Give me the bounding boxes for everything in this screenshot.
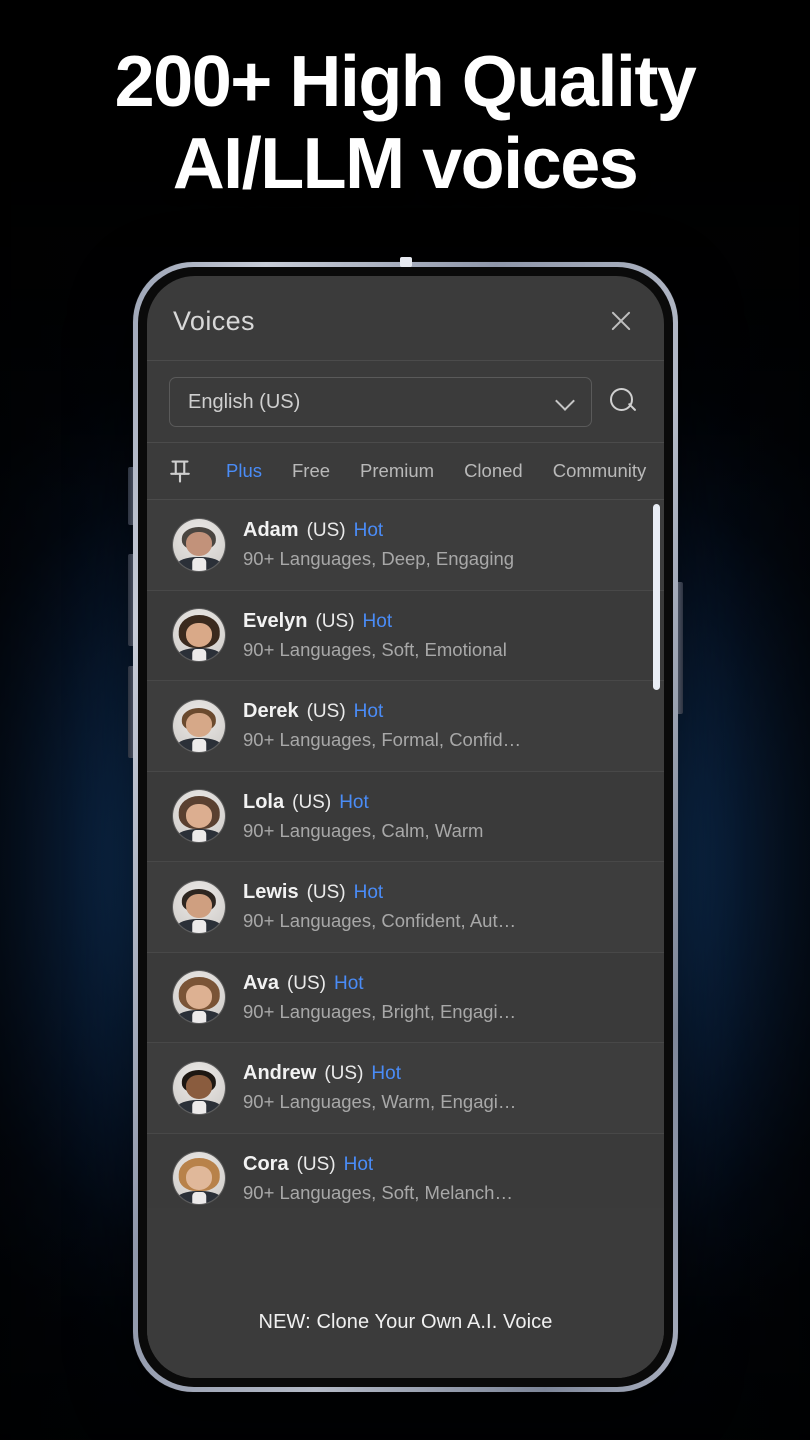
voice-hot-badge: Hot	[343, 1153, 374, 1175]
voice-list-item[interactable]: Cora (US) Hot 90+ Languages, Soft, Melanch…	[147, 1133, 664, 1208]
sheet-footer: NEW: Clone Your Own A.I. Voice	[147, 1208, 664, 1378]
chevron-down-icon	[557, 393, 575, 411]
avatar	[173, 699, 225, 752]
voice-name: Lewis	[243, 881, 299, 904]
voice-category-tabs: Plus Free Premium Cloned Community	[147, 443, 664, 499]
avatar	[173, 609, 225, 662]
voice-item-text: Cora (US) Hot 90+ Languages, Soft, Melanch…	[243, 1153, 640, 1204]
voice-name: Andrew	[243, 1062, 317, 1085]
voice-description: 90+ Languages, Confident, Aut…	[243, 910, 517, 932]
voice-item-title: Adam (US) Hot	[243, 519, 640, 542]
voice-locale: (US)	[296, 1153, 336, 1175]
clone-voice-promo-text: NEW: Clone Your Own A.I. Voice	[258, 1311, 553, 1333]
avatar	[173, 1061, 225, 1114]
avatar	[173, 880, 225, 933]
voice-name: Ava	[243, 971, 279, 994]
tab-free[interactable]: Free	[277, 460, 345, 482]
pushpin-icon[interactable]	[165, 456, 195, 486]
voice-item-text: Derek (US) Hot 90+ Languages, Formal, Confi…	[243, 700, 640, 751]
voice-description: 90+ Languages, Bright, Engagi…	[243, 1000, 517, 1022]
voice-hot-badge: Hot	[339, 791, 369, 813]
language-select[interactable]: English (US)	[169, 377, 592, 427]
voice-locale: (US)	[324, 1063, 364, 1085]
voice-item-title: Ava (US) Hot	[243, 972, 640, 995]
voice-item-text: Adam (US) Hot 90+ Languages, Deep, Engaging	[243, 519, 640, 570]
voice-list-item[interactable]: Lewis (US) Hot 90+ Languages, Confident, Au…	[147, 862, 664, 953]
voice-hot-badge: Hot	[371, 1063, 401, 1085]
voice-list-item[interactable]: Evelyn (US) Hot 90+ Languages, Soft, Emotio…	[147, 590, 664, 681]
tab-community[interactable]: Community	[538, 460, 662, 482]
voice-name: Derek	[243, 700, 299, 723]
voice-name: Cora	[243, 1152, 289, 1175]
voice-item-text: Evelyn (US) Hot 90+ Languages, Soft, Emotio…	[243, 610, 640, 661]
voice-hot-badge: Hot	[362, 610, 393, 632]
promo-headline: 200+ High Quality AI/LLM voices	[0, 42, 810, 205]
voice-locale: (US)	[292, 791, 332, 813]
voice-description: 90+ Languages, Warm, Engagi…	[243, 1091, 517, 1113]
voice-list-item[interactable]: Adam (US) Hot 90+ Languages, Deep, Engaging	[147, 500, 664, 591]
voice-locale: (US)	[306, 520, 346, 542]
headline-line-2: AI/LLM voices	[172, 124, 639, 205]
avatar	[173, 790, 225, 843]
voice-name: Evelyn	[243, 609, 308, 632]
voice-list-item[interactable]: Lola (US) Hot 90+ Languages, Calm, Warm	[147, 771, 664, 862]
voice-item-title: Evelyn (US) Hot	[243, 610, 640, 633]
voice-locale: (US)	[286, 972, 327, 994]
voice-list-container: Adam (US) Hot 90+ Languages, Deep, Engaging…	[147, 500, 664, 1208]
voice-hot-badge: Hot	[353, 882, 384, 904]
voice-hot-badge: Hot	[334, 972, 364, 994]
voice-item-text: Lewis (US) Hot 90+ Languages, Confident, Au…	[243, 881, 640, 932]
voice-description: 90+ Languages, Formal, Confid…	[243, 729, 522, 751]
voice-list-item[interactable]: Derek (US) Hot 90+ Languages, Formal, Confi…	[147, 681, 664, 772]
silent-switch-button[interactable]	[128, 467, 133, 525]
voice-description: 90+ Languages, Deep, Engaging	[243, 548, 515, 570]
avatar	[173, 971, 225, 1024]
voice-item-title: Andrew (US) Hot	[243, 1062, 640, 1085]
phone-screen: Voices English (US) Plus Free Premium Cl…	[147, 276, 664, 1378]
voice-list-item[interactable]: Ava (US) Hot 90+ Languages, Bright, Engagi…	[147, 952, 664, 1043]
volume-up-button[interactable]	[128, 554, 133, 646]
filter-row: English (US)	[147, 361, 664, 442]
avatar	[173, 518, 225, 571]
search-icon[interactable]	[606, 385, 640, 419]
voice-hot-badge: Hot	[353, 701, 384, 723]
power-button[interactable]	[678, 582, 683, 714]
voice-item-title: Lola (US) Hot	[243, 791, 640, 814]
tab-plus[interactable]: Plus	[211, 460, 277, 482]
tab-cloned[interactable]: Cloned	[449, 460, 538, 482]
voice-list-scrollbar-thumb[interactable]	[653, 504, 660, 690]
volume-down-button[interactable]	[128, 666, 133, 758]
voice-item-text: Lola (US) Hot 90+ Languages, Calm, Warm	[243, 791, 640, 842]
voice-hot-badge: Hot	[353, 520, 384, 542]
voices-sheet-header: Voices	[147, 276, 664, 360]
voice-locale: (US)	[306, 701, 346, 723]
phone-bezel-inner: Voices English (US) Plus Free Premium Cl…	[138, 267, 673, 1387]
voice-locale: (US)	[315, 610, 355, 632]
phone-mockup: Voices English (US) Plus Free Premium Cl…	[128, 257, 683, 1392]
tab-premium[interactable]: Premium	[345, 460, 449, 482]
avatar	[173, 1152, 225, 1205]
voice-name: Adam	[243, 519, 299, 542]
voice-item-title: Lewis (US) Hot	[243, 881, 640, 904]
headline-line-1: 200+ High Quality	[114, 42, 697, 122]
voice-name: Lola	[243, 790, 285, 813]
voice-list: Adam (US) Hot 90+ Languages, Deep, Engaging…	[147, 500, 664, 1208]
voice-item-title: Derek (US) Hot	[243, 700, 640, 723]
page-title: Voices	[173, 305, 255, 336]
top-speaker-marker	[399, 257, 412, 267]
language-select-value: English (US)	[188, 390, 301, 413]
close-icon[interactable]	[604, 304, 638, 338]
voice-description: 90+ Languages, Calm, Warm	[243, 819, 484, 841]
voice-description: 90+ Languages, Soft, Melanch…	[243, 1181, 513, 1203]
voice-item-text: Ava (US) Hot 90+ Languages, Bright, Engagi…	[243, 972, 640, 1023]
voice-description: 90+ Languages, Soft, Emotional	[243, 638, 507, 660]
voice-locale: (US)	[306, 882, 346, 904]
voice-list-item[interactable]: Andrew (US) Hot 90+ Languages, Warm, Engagi…	[147, 1043, 664, 1134]
voice-item-title: Cora (US) Hot	[243, 1153, 640, 1176]
voice-item-text: Andrew (US) Hot 90+ Languages, Warm, Engagi…	[243, 1062, 640, 1113]
voice-list-scrollbar[interactable]	[653, 500, 660, 1208]
